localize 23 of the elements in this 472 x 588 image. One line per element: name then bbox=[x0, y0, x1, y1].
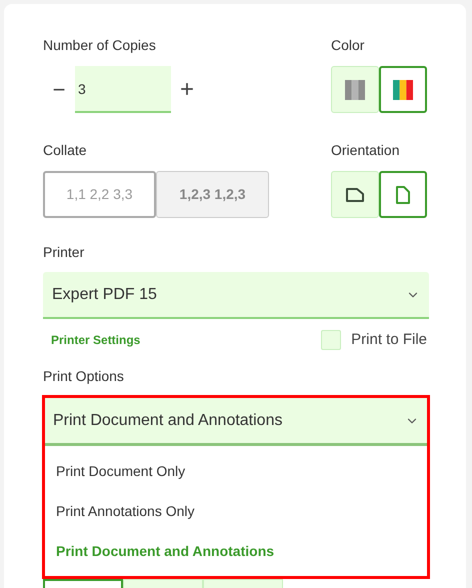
dropdown-option[interactable]: Print Annotations Only bbox=[45, 491, 427, 531]
dropdown-header[interactable]: Print Document and Annotations bbox=[45, 398, 427, 446]
printer-settings-link[interactable]: Printer Settings bbox=[51, 331, 140, 349]
copies-field[interactable]: 3 bbox=[75, 66, 171, 113]
checkbox-label: Print to File bbox=[351, 330, 427, 350]
printer-dropdown[interactable]: Expert PDF 15 bbox=[43, 272, 429, 319]
portrait-page-icon bbox=[396, 186, 410, 204]
landscape-page-icon bbox=[346, 188, 364, 202]
increment-button[interactable]: + bbox=[171, 72, 203, 108]
dropdown-option[interactable]: Print Document and Annotations bbox=[45, 531, 427, 571]
dropdown-option[interactable]: Print Document Only bbox=[45, 451, 427, 491]
toggle-button[interactable] bbox=[379, 66, 427, 113]
toggle-button[interactable] bbox=[379, 171, 427, 218]
field-label: Color bbox=[331, 36, 366, 55]
print-to-file-checkbox[interactable] bbox=[321, 330, 342, 350]
color-bars-icon bbox=[393, 80, 413, 100]
field-label: Printer bbox=[43, 243, 86, 262]
field-label: Print Options bbox=[43, 367, 125, 386]
decrement-button[interactable]: − bbox=[43, 73, 75, 106]
field-label: Collate bbox=[43, 141, 88, 160]
field-label: Number of Copies bbox=[43, 36, 157, 55]
field-label: Orientation bbox=[331, 141, 400, 160]
color-bars-icon bbox=[345, 80, 365, 100]
